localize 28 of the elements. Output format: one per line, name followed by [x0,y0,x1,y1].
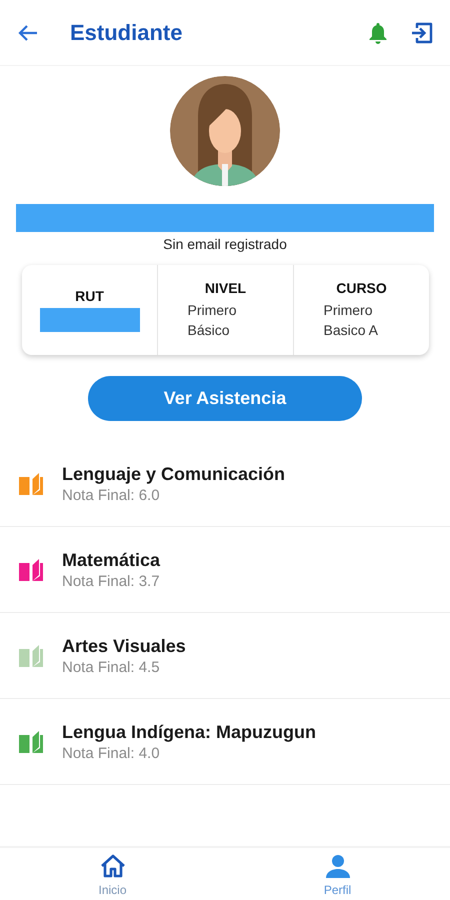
final-grade: Nota Final: 3.7 [62,572,160,592]
bell-icon [368,22,388,44]
logout-button[interactable] [410,20,434,44]
final-grade: Nota Final: 4.5 [62,658,161,678]
back-button[interactable] [18,24,38,42]
subject-name: Lenguaje y Comunicación [62,462,286,486]
notifications-button[interactable] [368,22,388,44]
subject-row[interactable]: Artes Visuales Nota Final: 4.5 [0,613,450,699]
info-value: Primero Basico A [324,301,379,340]
subject-name: Matemática [62,548,160,572]
page-title: Estudiante [70,20,184,46]
info-label: RUT [75,288,104,304]
subject-row[interactable]: Matemática Nota Final: 3.7 [0,527,450,613]
final-grade: Nota Final: 4.0 [62,744,161,764]
attendance-button[interactable]: Ver Asistencia [88,376,362,421]
info-label: NIVEL [204,280,246,296]
info-label: CURSO [336,280,387,296]
final-grade: Nota Final: 6.0 [62,486,161,506]
subject-row[interactable]: Lenguaje y Comunicación Nota Final: 6.0 [0,441,450,527]
subject-name: Lengua Indígena: Mapuzugun [62,720,316,744]
person-icon [326,854,350,878]
back-arrow-icon [18,24,38,42]
info-value: Primero Básico [188,301,238,340]
subject-row[interactable]: Lengua Indígena: Mapuzugun Nota Final: 4.0 [0,699,450,785]
subject-name: Artes Visuales [62,634,186,658]
logout-icon [410,20,434,44]
home-icon [100,854,126,878]
email-text: Sin email registrado [163,236,287,253]
